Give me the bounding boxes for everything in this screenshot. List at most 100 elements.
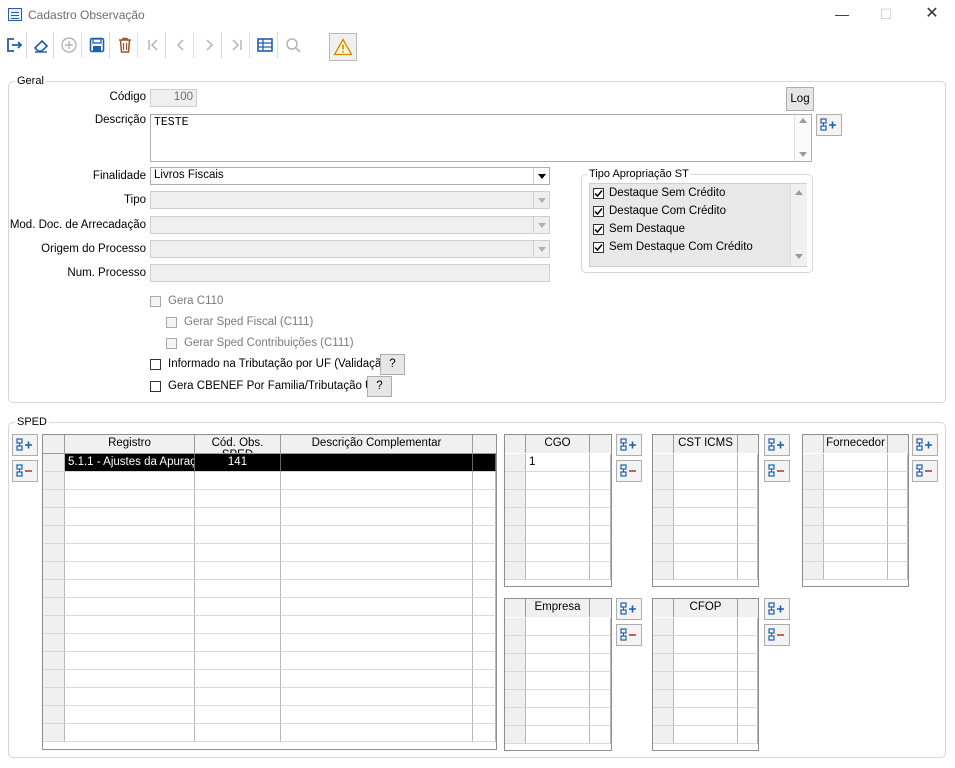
grid-cell[interactable]: 5.1.1 - Ajustes da Apuraçã bbox=[65, 454, 195, 472]
grid-cell[interactable] bbox=[738, 526, 758, 544]
remove-cst-icms-button[interactable] bbox=[764, 460, 790, 482]
grid-cell[interactable] bbox=[888, 472, 908, 490]
grid-cell[interactable] bbox=[65, 652, 195, 670]
col-cod-obs-sped[interactable]: Cód. Obs. SPED bbox=[195, 435, 281, 461]
grid-cell[interactable] bbox=[195, 670, 281, 688]
grid-cell[interactable] bbox=[195, 652, 281, 670]
empresa-grid[interactable]: Empresa bbox=[504, 598, 612, 751]
grid-cell[interactable] bbox=[738, 544, 758, 562]
grid-cell[interactable] bbox=[824, 472, 888, 490]
grid-cell[interactable] bbox=[888, 544, 908, 562]
next-record-button[interactable] bbox=[196, 32, 222, 58]
num-processo-field[interactable] bbox=[150, 264, 550, 282]
grid-cell[interactable] bbox=[590, 544, 611, 562]
grid-cell[interactable] bbox=[65, 688, 195, 706]
warning-button[interactable] bbox=[329, 33, 357, 61]
col-fornecedor[interactable]: Fornecedor bbox=[824, 435, 888, 453]
grid-cell[interactable] bbox=[674, 562, 738, 580]
grid-cell[interactable] bbox=[473, 634, 496, 652]
delete-button[interactable] bbox=[112, 32, 138, 58]
grid-cell[interactable] bbox=[674, 690, 738, 708]
apropriacao-item[interactable]: Sem Destaque bbox=[593, 223, 685, 235]
grid-cell[interactable] bbox=[281, 706, 473, 724]
grid-cell[interactable] bbox=[674, 454, 738, 472]
fornecedor-grid[interactable]: Fornecedor bbox=[802, 434, 909, 587]
grid-cell[interactable] bbox=[195, 580, 281, 598]
grid-cell[interactable] bbox=[888, 490, 908, 508]
grid-cell[interactable] bbox=[526, 618, 590, 636]
close-button[interactable]: ✕ bbox=[920, 4, 944, 24]
grid-cell[interactable] bbox=[65, 706, 195, 724]
grid-cell[interactable] bbox=[590, 490, 611, 508]
gerar-sped-fiscal-checkbox[interactable]: Gerar Sped Fiscal (C111) bbox=[166, 316, 313, 328]
add-button[interactable] bbox=[56, 32, 82, 58]
grid-cell[interactable] bbox=[738, 490, 758, 508]
add-descricao-button[interactable] bbox=[816, 114, 842, 136]
grid-cell[interactable] bbox=[738, 726, 758, 744]
grid-cell[interactable] bbox=[738, 508, 758, 526]
grid-cell[interactable] bbox=[738, 708, 758, 726]
grid-cell[interactable] bbox=[65, 598, 195, 616]
remove-fornecedor-button[interactable] bbox=[912, 460, 938, 482]
help-cbenef-button[interactable]: ? bbox=[367, 376, 392, 397]
grid-cell[interactable] bbox=[65, 490, 195, 508]
grid-cell[interactable] bbox=[674, 544, 738, 562]
grid-cell[interactable] bbox=[195, 490, 281, 508]
minimize-button[interactable]: — bbox=[830, 4, 854, 24]
grid-cell[interactable] bbox=[526, 562, 590, 580]
grid-cell[interactable] bbox=[473, 724, 496, 742]
grid-cell[interactable] bbox=[473, 706, 496, 724]
log-button[interactable]: Log bbox=[786, 87, 814, 111]
grid-cell[interactable] bbox=[281, 598, 473, 616]
grid-cell[interactable] bbox=[888, 526, 908, 544]
grid-cell[interactable] bbox=[824, 490, 888, 508]
grid-cell[interactable] bbox=[674, 508, 738, 526]
grid-cell[interactable] bbox=[65, 580, 195, 598]
grid-cell[interactable] bbox=[674, 726, 738, 744]
grid-cell[interactable] bbox=[281, 508, 473, 526]
tipo-select[interactable] bbox=[150, 191, 550, 209]
grid-cell[interactable] bbox=[824, 544, 888, 562]
search-button[interactable] bbox=[280, 32, 306, 58]
checkbox-box[interactable] bbox=[150, 295, 161, 307]
finalidade-select[interactable]: Livros Fiscais bbox=[150, 167, 550, 185]
grid-cell[interactable] bbox=[674, 636, 738, 654]
grid-cell[interactable] bbox=[65, 508, 195, 526]
grid-cell[interactable] bbox=[473, 688, 496, 706]
grid-cell[interactable] bbox=[590, 562, 611, 580]
col-empresa[interactable]: Empresa bbox=[526, 599, 590, 617]
scroll-up-icon[interactable] bbox=[799, 118, 807, 123]
grid-cell[interactable] bbox=[473, 652, 496, 670]
grid-cell[interactable] bbox=[674, 526, 738, 544]
chevron-down-icon[interactable] bbox=[533, 192, 549, 208]
grid-cell[interactable] bbox=[195, 472, 281, 490]
grid-cell[interactable] bbox=[473, 598, 496, 616]
checkbox-box[interactable] bbox=[150, 358, 161, 370]
grid-cell[interactable] bbox=[590, 472, 611, 490]
scroll-down-icon[interactable] bbox=[795, 254, 803, 259]
checkbox-box[interactable] bbox=[166, 316, 177, 328]
grid-cell[interactable]: 1 bbox=[526, 454, 590, 472]
cgo-grid[interactable]: CGO 1 bbox=[504, 434, 612, 587]
apropriacao-item[interactable]: Sem Destaque Com Crédito bbox=[593, 241, 753, 253]
apropriacao-item[interactable]: Destaque Com Crédito bbox=[593, 205, 726, 217]
grid-cell[interactable] bbox=[281, 544, 473, 562]
grid-cell[interactable] bbox=[738, 654, 758, 672]
grid-cell[interactable] bbox=[473, 472, 496, 490]
grid-cell[interactable]: 141 bbox=[195, 454, 281, 472]
grid-cell[interactable] bbox=[473, 508, 496, 526]
chevron-down-icon[interactable] bbox=[533, 217, 549, 233]
grid-cell[interactable] bbox=[738, 454, 758, 472]
previous-record-button[interactable] bbox=[168, 32, 194, 58]
add-fornecedor-button[interactable] bbox=[912, 434, 938, 456]
grid-cell[interactable] bbox=[195, 526, 281, 544]
grid-cell[interactable] bbox=[526, 472, 590, 490]
grid-cell[interactable] bbox=[526, 672, 590, 690]
gera-cbenef-checkbox[interactable]: Gera CBENEF Por Familia/Tributação UF bbox=[150, 380, 380, 392]
grid-cell[interactable] bbox=[888, 454, 908, 472]
col-cgo[interactable]: CGO bbox=[526, 435, 590, 453]
checkbox-box[interactable] bbox=[150, 380, 161, 392]
grid-cell[interactable] bbox=[526, 636, 590, 654]
grid-cell[interactable] bbox=[526, 526, 590, 544]
grid-cell[interactable] bbox=[281, 490, 473, 508]
